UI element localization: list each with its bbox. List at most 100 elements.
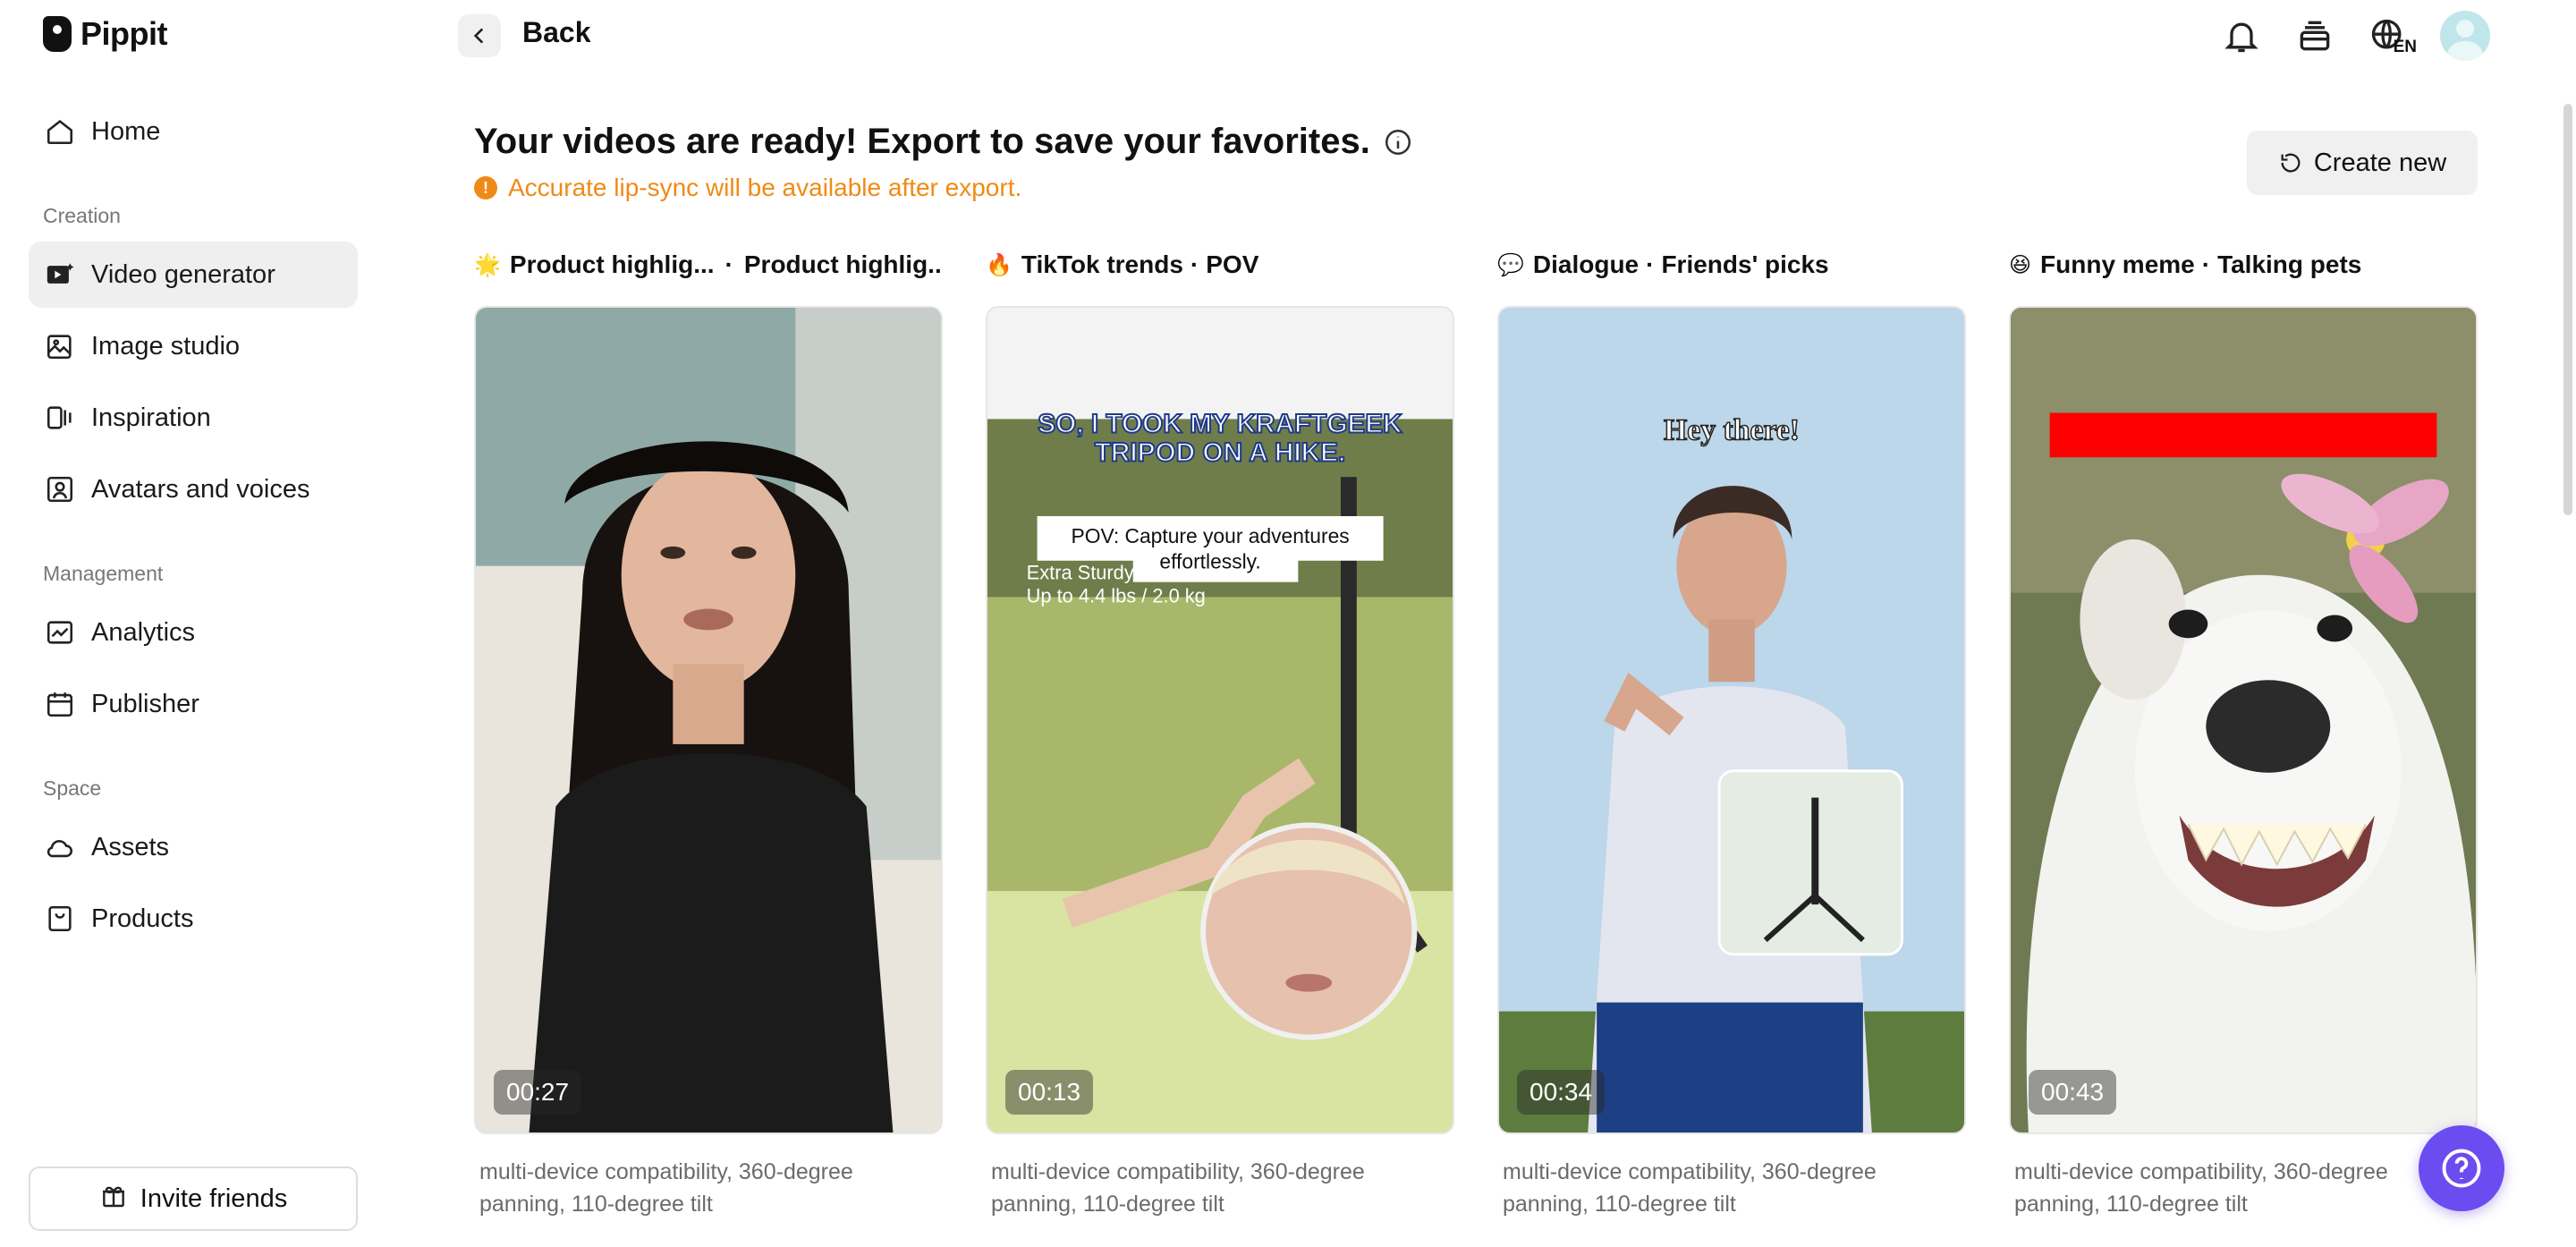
sidebar-item-publisher[interactable]: Publisher — [29, 671, 358, 737]
card-tag: Product highlig... — [509, 250, 715, 278]
duration-badge: 00:43 — [2029, 1070, 2117, 1115]
lipsync-notice: ! Accurate lip-sync will be available af… — [474, 174, 1021, 202]
calendar-icon — [45, 689, 75, 719]
video-thumbnail[interactable]: Hey there! 00:34 — [1497, 306, 1966, 1134]
avatar[interactable] — [2440, 11, 2490, 61]
video-thumbnail[interactable]: 00:27 — [474, 306, 943, 1134]
overlay-headline-line1: SO, I TOOK MY KRAFTGEEK — [1038, 409, 1402, 438]
section-label-space: Space — [43, 776, 102, 800]
duration-badge: 00:13 — [1005, 1070, 1094, 1115]
invite-friends-button[interactable]: Invite friends — [29, 1166, 358, 1231]
card-emoji-icon: 🌟 — [474, 252, 501, 277]
top-icons: EN — [2220, 9, 2490, 63]
sidebar-item-label: Home — [91, 116, 161, 146]
gift-icon — [99, 1181, 128, 1217]
page-title-text: Your videos are ready! Export to save yo… — [474, 122, 1370, 161]
create-new-label: Create new — [2313, 148, 2447, 177]
card-description: multi-device compatibility, 360-degree p… — [991, 1159, 1365, 1217]
card-title: 😆 Funny meme · Talking pets — [2009, 250, 2362, 278]
scrollbar[interactable] — [2563, 104, 2572, 515]
video-card[interactable]: 🌟 Product highlig... · Product highlig..… — [474, 247, 943, 1217]
create-new-button[interactable]: Create new — [2247, 131, 2478, 195]
sidebar-item-products[interactable]: Products — [29, 886, 358, 952]
sidebar-item-analytics[interactable]: Analytics — [29, 599, 358, 666]
card-tag: POV — [1206, 250, 1259, 278]
notice-text: Accurate lip-sync will be available afte… — [508, 174, 1022, 201]
sidebar-item-label: Video generator — [91, 259, 275, 289]
refresh-icon — [2281, 153, 2301, 173]
card-tag: TikTok trends — [1021, 250, 1183, 278]
app-logo[interactable]: Pippit — [43, 14, 167, 54]
overlay-sub1: Extra Sturdy — [1027, 562, 1134, 584]
question-mark-icon — [2442, 1149, 2481, 1188]
info-icon[interactable] — [1383, 127, 1413, 157]
sidebar-item-label: Analytics — [91, 617, 196, 647]
sidebar-item-avatars-and-voices[interactable]: Avatars and voices — [29, 456, 358, 522]
video-preview-image — [476, 308, 941, 1132]
card-emoji-icon: 💬 — [1497, 252, 1524, 277]
section-label-management: Management — [43, 562, 164, 585]
card-title: 🌟 Product highlig... · Product highlig..… — [474, 247, 943, 283]
card-title: 💬 Dialogue · Friends' picks — [1497, 250, 1829, 278]
video-card[interactable]: 🔥 TikTok trends · POV SO, I TOOK MY KRAF… — [986, 247, 1454, 1217]
language-label: EN — [2393, 38, 2417, 56]
card-emoji-icon: 😆 — [2009, 252, 2032, 277]
card-tag: Product highlig... — [743, 250, 943, 278]
page-title: Your videos are ready! Export to save yo… — [474, 122, 1413, 162]
back-label[interactable]: Back — [522, 16, 591, 49]
chevron-left-icon — [473, 28, 484, 44]
cloud-icon — [45, 832, 75, 862]
card-description: multi-device compatibility, 360-degree p… — [1503, 1159, 1877, 1217]
invite-friends-label: Invite friends — [140, 1183, 288, 1213]
sidebar: Pippit Home Creation Video generator Ima… — [0, 0, 386, 1247]
app-name: Pippit — [80, 15, 167, 52]
video-preview-image — [2011, 308, 2476, 1132]
video-thumbnail[interactable]: SO, I TOOK MY KRAFTGEEK TRIPOD ON A HIKE… — [986, 306, 1454, 1134]
card-description: multi-device compatibility, 360-degree p… — [479, 1159, 853, 1217]
video-preview-image: Hey there! — [1499, 308, 1964, 1132]
section-label-creation: Creation — [43, 204, 121, 227]
back-button[interactable] — [458, 14, 501, 57]
avatar-icon — [45, 474, 75, 505]
sidebar-item-label: Inspiration — [91, 403, 211, 432]
image-studio-icon — [45, 331, 75, 361]
card-tag: Dialogue — [1532, 250, 1640, 278]
video-generator-icon — [45, 259, 75, 290]
home-icon — [45, 116, 75, 147]
sidebar-item-assets[interactable]: Assets — [29, 814, 358, 880]
video-card[interactable]: 😆 Funny meme · Talking pets 00:43 multi-… — [2009, 247, 2478, 1217]
card-title: 🔥 TikTok trends · POV — [986, 250, 1259, 278]
globe-icon[interactable]: EN — [2367, 14, 2417, 57]
analytics-icon — [45, 617, 75, 648]
warning-icon: ! — [474, 176, 497, 199]
sidebar-item-label: Avatars and voices — [91, 474, 310, 504]
logo-mark-icon — [43, 16, 72, 52]
sidebar-item-label: Publisher — [91, 689, 199, 718]
sidebar-item-label: Image studio — [91, 331, 241, 361]
overlay-sub2: Up to 4.4 lbs / 2.0 kg — [1027, 585, 1206, 607]
product-box-icon — [45, 903, 75, 934]
video-preview-image: SO, I TOOK MY KRAFTGEEK TRIPOD ON A HIKE… — [987, 308, 1453, 1132]
sidebar-item-label: Products — [91, 903, 194, 933]
card-emoji-icon: 🔥 — [986, 252, 1013, 277]
video-thumbnail[interactable]: 00:43 — [2009, 306, 2478, 1134]
duration-badge: 00:27 — [494, 1070, 582, 1115]
overlay-headline-line2: TRIPOD ON A HIKE. — [1095, 437, 1346, 467]
help-button[interactable] — [2419, 1125, 2504, 1211]
sidebar-item-inspiration[interactable]: Inspiration — [29, 385, 358, 451]
sidebar-item-home[interactable]: Home — [29, 98, 358, 165]
overlay-caption-line2: effortlessly. — [1159, 550, 1260, 573]
card-tag: Talking pets — [2217, 250, 2362, 278]
inspiration-icon — [45, 403, 75, 433]
stack-icon[interactable] — [2293, 14, 2336, 57]
overlay-headline: Hey there! — [1664, 413, 1800, 446]
video-card[interactable]: 💬 Dialogue · Friends' picks Hey there! 0… — [1497, 247, 1966, 1217]
card-description: multi-device compatibility, 360-degree p… — [2014, 1159, 2388, 1217]
sidebar-item-image-studio[interactable]: Image studio — [29, 313, 358, 379]
bell-icon[interactable] — [2220, 14, 2263, 57]
overlay-caption-line1: POV: Capture your adventures — [1071, 524, 1349, 547]
sidebar-item-video-generator[interactable]: Video generator — [29, 242, 358, 308]
card-tag: Friends' picks — [1661, 250, 1829, 278]
sidebar-item-label: Assets — [91, 832, 170, 861]
duration-badge: 00:34 — [1517, 1070, 1606, 1115]
